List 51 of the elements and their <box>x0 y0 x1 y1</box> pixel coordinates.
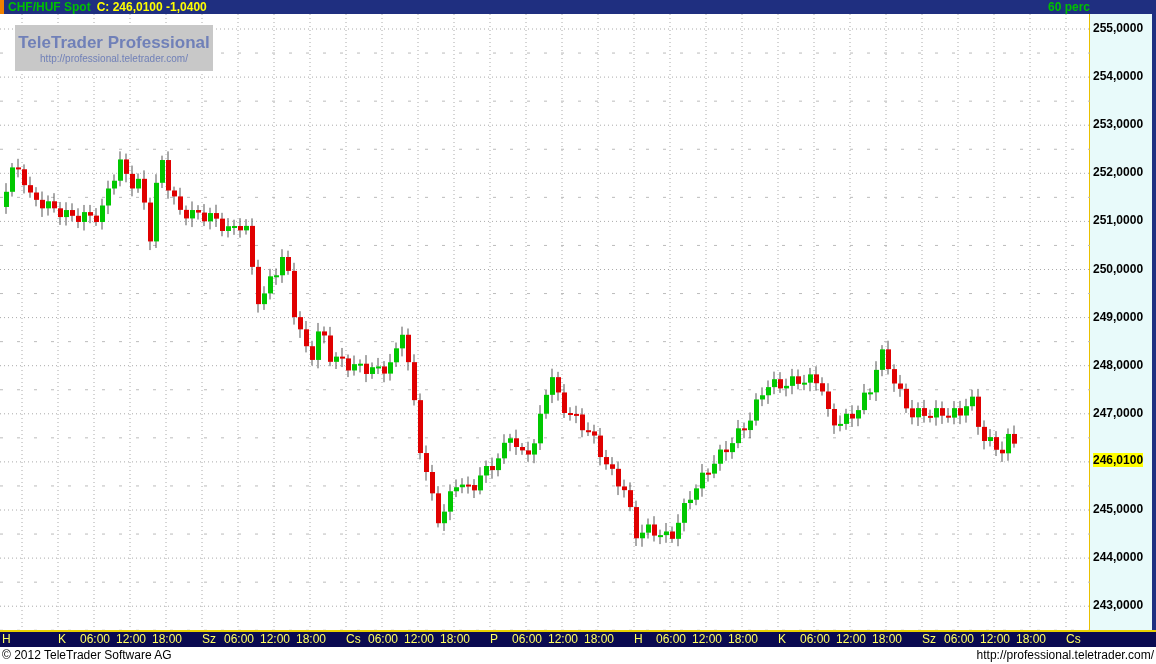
time-label: 12:00 <box>548 632 579 647</box>
footer-url: http://professional.teletrader.com/ <box>976 647 1154 663</box>
logo-text: TeleTrader Professional <box>18 32 210 53</box>
price-label: 251,0000 <box>1093 213 1144 228</box>
day-label: Cs <box>1066 632 1081 647</box>
price-label: 243,0000 <box>1093 598 1144 613</box>
day-label: K <box>58 632 66 647</box>
day-label: H <box>634 632 643 647</box>
time-label: 18:00 <box>584 632 615 647</box>
quote-label: C: 246,0100 -1,0400 <box>96 0 207 14</box>
time-label: 12:00 <box>836 632 867 647</box>
logo-url: http://professional.teletrader.com/ <box>40 52 188 64</box>
time-label: 18:00 <box>728 632 759 647</box>
time-label: 12:00 <box>692 632 723 647</box>
price-label: 248,0000 <box>1093 357 1144 372</box>
copyright-text: © 2012 TeleTrader Software AG <box>2 647 172 663</box>
time-label: 06:00 <box>800 632 831 647</box>
time-label: 06:00 <box>656 632 687 647</box>
interval-label: 60 perc <box>1047 0 1090 14</box>
price-label: 244,0000 <box>1093 550 1144 565</box>
time-label: 06:00 <box>368 632 399 647</box>
price-label: 253,0000 <box>1093 117 1144 132</box>
price-label: 247,0000 <box>1093 405 1144 420</box>
time-label: 06:00 <box>944 632 975 647</box>
price-label: 254,0000 <box>1093 69 1144 84</box>
price-label: 255,0000 <box>1093 21 1144 35</box>
price-label: 249,0000 <box>1093 309 1144 324</box>
time-label: 12:00 <box>260 632 291 647</box>
time-label: 06:00 <box>224 632 255 647</box>
time-label: 06:00 <box>512 632 543 647</box>
time-label: 18:00 <box>872 632 903 647</box>
time-label: 18:00 <box>152 632 183 647</box>
price-label: 245,0000 <box>1093 502 1144 516</box>
day-label: K <box>778 632 786 647</box>
time-label: 12:00 <box>980 632 1011 647</box>
day-label: Cs <box>346 632 361 647</box>
time-label: 18:00 <box>1016 632 1047 647</box>
time-label: 12:00 <box>116 632 147 647</box>
price-label: 250,0000 <box>1093 261 1144 276</box>
current-price-tag: 246,0100 <box>1093 453 1144 468</box>
day-label: P <box>490 632 498 647</box>
day-label: Sz <box>922 632 936 647</box>
marker-icon <box>0 0 4 14</box>
day-label: H <box>2 632 11 647</box>
time-label: 12:00 <box>404 632 435 647</box>
time-label: 18:00 <box>440 632 471 647</box>
time-label: 18:00 <box>296 632 327 647</box>
day-label: Sz <box>202 632 216 647</box>
price-label: 252,0000 <box>1093 165 1144 180</box>
time-label: 06:00 <box>80 632 111 647</box>
symbol-label: CHF/HUF Spot <box>8 0 91 14</box>
